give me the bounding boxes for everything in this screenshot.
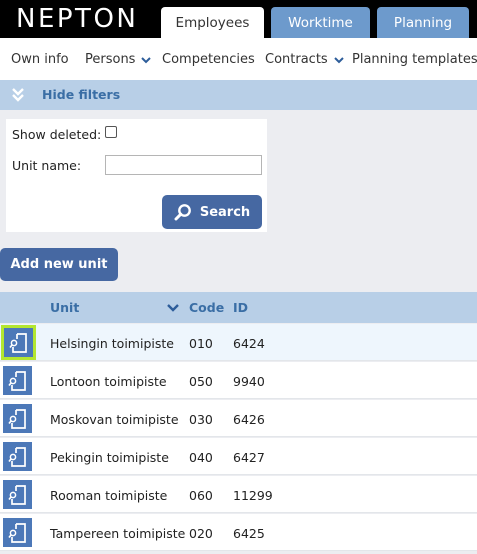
tab-worktime[interactable]: Worktime xyxy=(271,7,370,38)
unit-code-cell: 020 xyxy=(189,526,213,541)
unit-id-cell: 6426 xyxy=(233,412,265,427)
nav-persons[interactable]: Persons xyxy=(85,52,152,67)
show-deleted-label: Show deleted: xyxy=(12,127,102,142)
edit-document-icon[interactable] xyxy=(3,442,32,471)
edit-document-icon[interactable] xyxy=(3,366,32,395)
unit-id-cell: 11299 xyxy=(233,488,273,503)
nepton-logo[interactable]: NEPTON xyxy=(16,4,138,34)
show-deleted-checkbox[interactable] xyxy=(105,126,117,138)
nav-planning-templates-label: Planning templates xyxy=(352,52,477,67)
nav-own-info-label: Own info xyxy=(11,52,69,67)
magnifier-icon xyxy=(174,204,191,221)
unit-name-label: Unit name: xyxy=(12,158,82,173)
double-chevron-down-icon xyxy=(12,88,24,102)
search-button[interactable]: Search xyxy=(162,195,262,229)
table-header: Unit Code ID xyxy=(0,292,477,323)
edit-document-icon[interactable] xyxy=(3,518,32,547)
unit-name-input[interactable] xyxy=(105,155,262,175)
chevron-down-icon xyxy=(141,56,152,63)
table-row[interactable]: Lontoon toimipiste 050 9940 xyxy=(0,362,477,399)
unit-name-cell: Helsingin toimipiste xyxy=(50,336,174,351)
nav-competencies[interactable]: Competencies xyxy=(162,52,255,67)
column-header-id[interactable]: ID xyxy=(233,300,248,315)
unit-name-cell: Tampereen toimipiste xyxy=(50,526,186,541)
add-new-unit-button[interactable]: Add new unit xyxy=(0,248,118,281)
unit-code-cell: 040 xyxy=(189,450,213,465)
hide-filters-label: Hide filters xyxy=(42,87,121,102)
nav-persons-label: Persons xyxy=(85,52,136,67)
unit-code-cell: 010 xyxy=(189,336,213,351)
table-row[interactable]: Helsingin toimipiste 010 6424 xyxy=(0,324,477,361)
edit-document-icon[interactable] xyxy=(3,480,32,509)
hide-filters-toggle[interactable]: Hide filters xyxy=(0,80,477,110)
sub-navigation: Own info Persons Competencies Contracts … xyxy=(0,38,477,80)
column-header-unit[interactable]: Unit xyxy=(50,300,79,315)
add-new-unit-label: Add new unit xyxy=(10,257,108,272)
nav-contracts-label: Contracts xyxy=(265,52,328,67)
unit-name-cell: Pekingin toimipiste xyxy=(50,450,169,465)
unit-id-cell: 6424 xyxy=(233,336,265,351)
unit-name-cell: Rooman toimipiste xyxy=(50,488,168,503)
table-row[interactable]: Tampereen toimipiste 020 6425 xyxy=(0,514,477,551)
table-row[interactable]: Pekingin toimipiste 040 6427 xyxy=(0,438,477,475)
chevron-down-icon xyxy=(333,56,344,63)
table-row[interactable]: Moskovan toimipiste 030 6426 xyxy=(0,400,477,437)
nav-competencies-label: Competencies xyxy=(162,52,255,67)
top-bar: NEPTON Employees Worktime Planning xyxy=(0,0,477,38)
unit-name-cell: Moskovan toimipiste xyxy=(50,412,179,427)
unit-code-cell: 030 xyxy=(189,412,213,427)
tab-employees[interactable]: Employees xyxy=(161,7,264,38)
nav-own-info[interactable]: Own info xyxy=(11,52,69,67)
sort-chevron-down-icon[interactable] xyxy=(167,303,179,312)
table-row[interactable]: Rooman toimipiste 060 11299 xyxy=(0,476,477,513)
unit-name-cell: Lontoon toimipiste xyxy=(50,374,167,389)
unit-id-cell: 6425 xyxy=(233,526,265,541)
unit-id-cell: 9940 xyxy=(233,374,265,389)
unit-id-cell: 6427 xyxy=(233,450,265,465)
edit-document-icon[interactable] xyxy=(1,325,36,360)
unit-code-cell: 050 xyxy=(189,374,213,389)
unit-code-cell: 060 xyxy=(189,488,213,503)
tab-planning[interactable]: Planning xyxy=(377,7,469,38)
edit-document-icon[interactable] xyxy=(3,404,32,433)
column-header-code[interactable]: Code xyxy=(189,300,224,315)
search-button-label: Search xyxy=(199,204,251,220)
nav-planning-templates[interactable]: Planning templates xyxy=(352,52,477,67)
nav-contracts[interactable]: Contracts xyxy=(265,52,344,67)
